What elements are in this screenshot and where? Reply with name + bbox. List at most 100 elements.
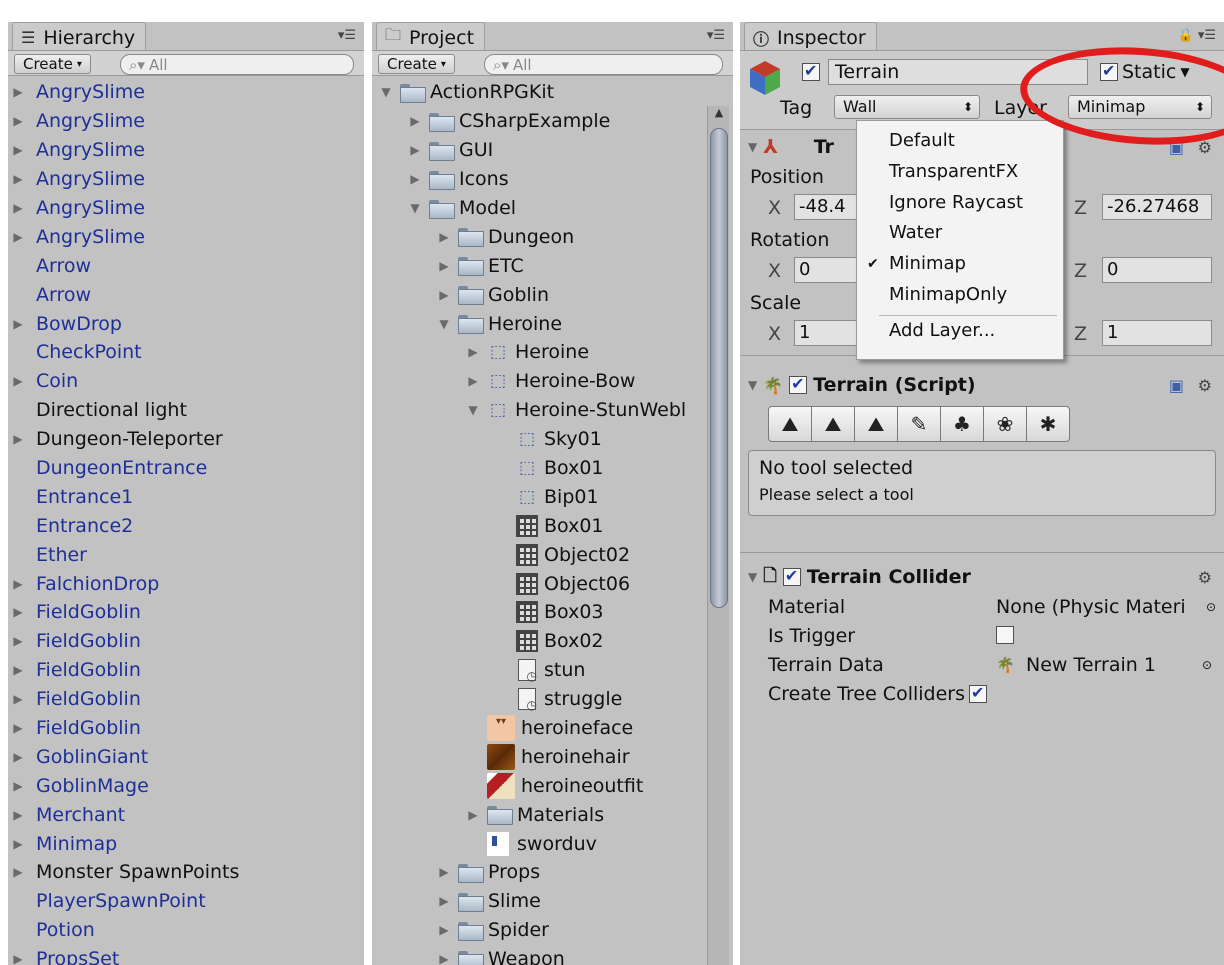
expand-arrow-icon[interactable]: ▶: [436, 923, 452, 937]
rotation-x-field[interactable]: 0: [794, 257, 858, 283]
scale-x-field[interactable]: 1: [794, 320, 858, 346]
expand-arrow-icon[interactable]: ▶: [10, 143, 26, 157]
hierarchy-item[interactable]: Entrance2: [8, 511, 364, 540]
project-item[interactable]: Object06: [372, 569, 733, 598]
hierarchy-item[interactable]: PlayerSpawnPoint: [8, 887, 364, 916]
hierarchy-item[interactable]: Directional light: [8, 396, 364, 425]
hierarchy-item[interactable]: Ether: [8, 540, 364, 569]
hierarchy-item[interactable]: Entrance1: [8, 482, 364, 511]
project-item[interactable]: ▾▾ heroineface: [372, 714, 733, 743]
expand-arrow-icon[interactable]: ▼: [378, 85, 394, 99]
expand-arrow-icon[interactable]: ▶: [10, 634, 26, 648]
project-item[interactable]: ▶ Dungeon: [372, 222, 733, 251]
hierarchy-item[interactable]: ▶ BowDrop: [8, 309, 364, 338]
expand-arrow-icon[interactable]: ▶: [436, 865, 452, 879]
hierarchy-item[interactable]: ▶ AngrySlime: [8, 78, 364, 107]
hierarchy-item[interactable]: ▶ FieldGoblin: [8, 714, 364, 743]
add-layer-menu-item[interactable]: Add Layer...: [857, 316, 1063, 347]
project-item[interactable]: Object02: [372, 540, 733, 569]
project-item[interactable]: ▶ ETC: [372, 251, 733, 280]
hierarchy-item[interactable]: ▶ AngrySlime: [8, 165, 364, 194]
project-item[interactable]: Box01: [372, 511, 733, 540]
hierarchy-item[interactable]: ▶ Merchant: [8, 800, 364, 829]
expand-arrow-icon[interactable]: ▶: [10, 663, 26, 677]
help-book-icon[interactable]: ▣: [1169, 138, 1184, 157]
scroll-thumb[interactable]: [710, 128, 728, 608]
project-item[interactable]: ▼ Heroine: [372, 309, 733, 338]
expand-arrow-icon[interactable]: ▶: [10, 692, 26, 706]
static-checkbox[interactable]: [1100, 61, 1118, 81]
expand-arrow-icon[interactable]: ▶: [465, 808, 481, 822]
expand-arrow-icon[interactable]: ▶: [10, 230, 26, 244]
layer-menu-item[interactable]: Default: [857, 126, 1063, 157]
layer-dropdown[interactable]: Minimap ⬍: [1068, 95, 1212, 119]
expand-arrow-icon[interactable]: ▶: [436, 894, 452, 908]
tab-hierarchy[interactable]: ☰ Hierarchy: [12, 22, 147, 50]
expand-arrow-icon[interactable]: ▶: [10, 952, 26, 965]
expand-arrow-icon[interactable]: ▼: [465, 403, 481, 417]
hierarchy-item[interactable]: ▶ AngrySlime: [8, 194, 364, 223]
project-item[interactable]: ▼ ⬚ Heroine-StunWebl: [372, 396, 733, 425]
expand-arrow-icon[interactable]: ▶: [10, 317, 26, 331]
expand-arrow-icon[interactable]: ▶: [10, 114, 26, 128]
terrain-data-value[interactable]: New Terrain 1: [1026, 654, 1156, 676]
hierarchy-item[interactable]: ▶ Minimap: [8, 829, 364, 858]
object-picker-icon[interactable]: ⊙: [1202, 658, 1212, 672]
project-item[interactable]: ▼ ActionRPGKit: [372, 78, 733, 107]
project-scrollbar[interactable]: ▲: [707, 106, 729, 965]
project-item[interactable]: ▶ ⬚ Heroine: [372, 338, 733, 367]
hierarchy-search-input[interactable]: ⌕▾ All: [120, 54, 354, 75]
scroll-up-arrow-icon[interactable]: ▲: [708, 106, 730, 124]
expand-arrow-icon[interactable]: ▶: [10, 779, 26, 793]
raise-terrain-icon[interactable]: ⛰: [768, 406, 812, 442]
project-item[interactable]: stun: [372, 656, 733, 685]
hierarchy-item[interactable]: ▶ AngrySlime: [8, 222, 364, 251]
expand-arrow-icon[interactable]: ▶: [407, 172, 423, 186]
hierarchy-item[interactable]: ▶ Coin: [8, 367, 364, 396]
project-item[interactable]: ▼ Model: [372, 194, 733, 223]
expand-arrow-icon[interactable]: ▶: [407, 143, 423, 157]
project-item[interactable]: ▶ Goblin: [372, 280, 733, 309]
expand-arrow-icon[interactable]: ▶: [10, 605, 26, 619]
hierarchy-item[interactable]: ▶ Monster SpawnPoints: [8, 858, 364, 887]
terrain-script-enabled-checkbox[interactable]: [789, 374, 808, 394]
paint-height-icon[interactable]: ⛰: [811, 406, 855, 442]
expand-arrow-icon[interactable]: ▶: [436, 230, 452, 244]
hierarchy-item[interactable]: Arrow: [8, 280, 364, 309]
project-item[interactable]: heroineoutfit: [372, 771, 733, 800]
project-item[interactable]: heroinehair: [372, 742, 733, 771]
hierarchy-item[interactable]: DungeonEntrance: [8, 454, 364, 483]
expand-arrow-icon[interactable]: ▶: [465, 374, 481, 388]
help-book-icon[interactable]: ▣: [1169, 376, 1184, 395]
expand-arrow-icon[interactable]: ▶: [10, 750, 26, 764]
layer-menu-item[interactable]: Ignore Raycast: [857, 188, 1063, 219]
expand-arrow-icon[interactable]: ▶: [10, 808, 26, 822]
expand-arrow-icon[interactable]: ▶: [10, 172, 26, 186]
tab-project[interactable]: 🗀 Project: [376, 22, 486, 50]
create-tree-colliders-checkbox[interactable]: [969, 683, 987, 703]
terrain-script-header[interactable]: ▼ 🌴 Terrain (Script) ▣ ⚙: [740, 370, 1224, 400]
position-z-field[interactable]: -26.27468: [1102, 194, 1212, 220]
hierarchy-item[interactable]: ▶ FieldGoblin: [8, 685, 364, 714]
project-item[interactable]: Box02: [372, 627, 733, 656]
panel-menu-icon[interactable]: ▾☰: [338, 28, 356, 43]
foldout-arrow-icon[interactable]: ▼: [748, 378, 757, 392]
expand-arrow-icon[interactable]: ▶: [10, 201, 26, 215]
hierarchy-item[interactable]: ▶ FalchionDrop: [8, 569, 364, 598]
expand-arrow-icon[interactable]: ▶: [436, 259, 452, 273]
terrain-collider-enabled-checkbox[interactable]: [782, 566, 801, 586]
expand-arrow-icon[interactable]: ▶: [436, 952, 452, 965]
panel-menu-icon[interactable]: ▾☰: [707, 28, 725, 43]
hierarchy-item[interactable]: Potion: [8, 916, 364, 945]
paint-details-icon[interactable]: ❀: [983, 406, 1027, 442]
scale-z-field[interactable]: 1: [1102, 320, 1212, 346]
hierarchy-item[interactable]: ▶ PropsSet: [8, 945, 364, 965]
hierarchy-item[interactable]: ▶ Dungeon-Teleporter: [8, 425, 364, 454]
layer-menu-item[interactable]: ✔ Minimap: [857, 249, 1063, 280]
hierarchy-item[interactable]: Arrow: [8, 251, 364, 280]
expand-arrow-icon[interactable]: ▶: [10, 865, 26, 879]
project-item[interactable]: ▶ CSharpExample: [372, 107, 733, 136]
rotation-z-field[interactable]: 0: [1102, 257, 1212, 283]
project-item[interactable]: ▶ Weapon: [372, 945, 733, 965]
expand-arrow-icon[interactable]: ▶: [10, 577, 26, 591]
